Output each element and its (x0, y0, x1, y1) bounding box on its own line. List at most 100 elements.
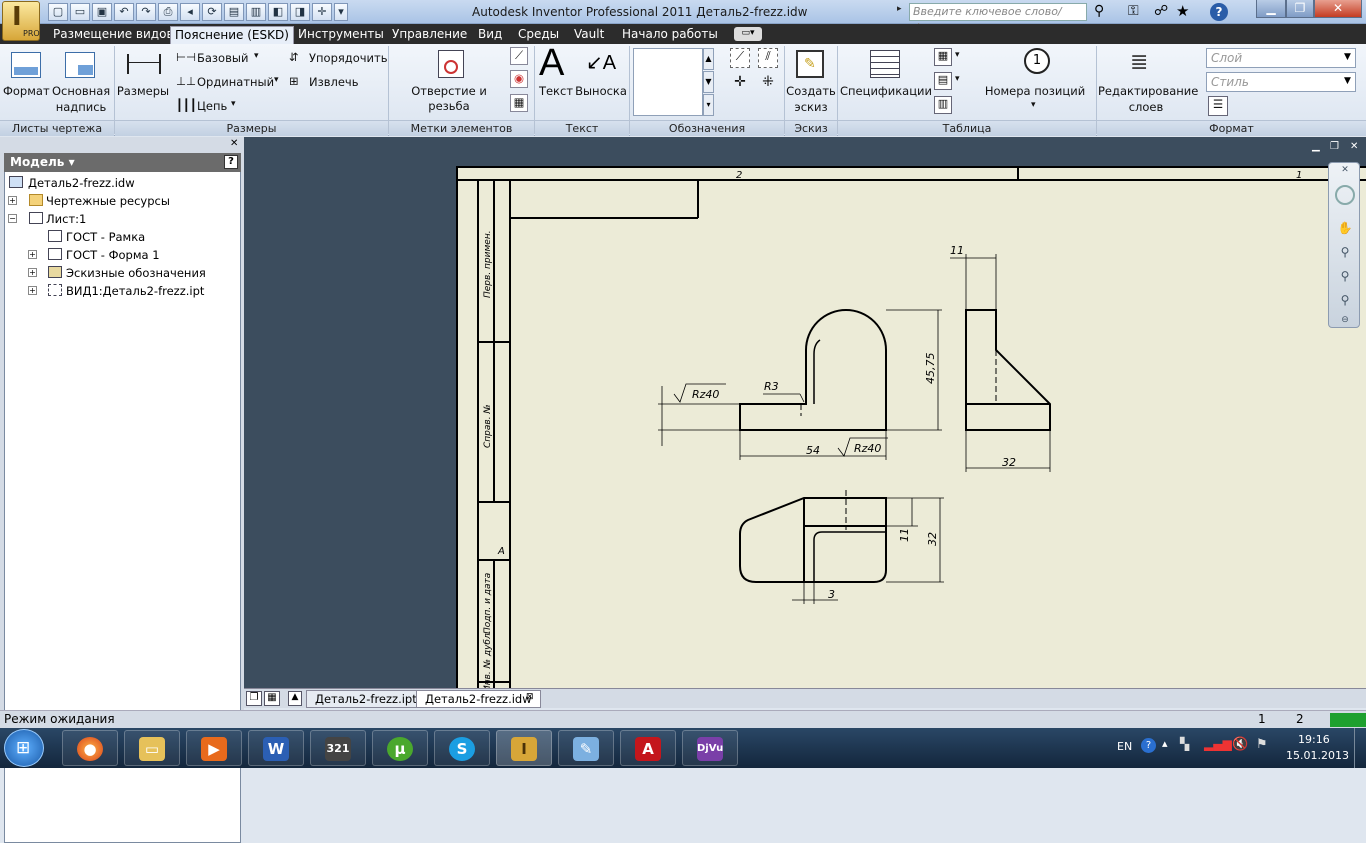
browser-close-icon[interactable]: ✕ (230, 138, 238, 149)
help-icon[interactable]: ? (1210, 3, 1228, 21)
steering-wheel-icon[interactable] (1335, 185, 1355, 205)
language-indicator[interactable]: EN (1117, 740, 1132, 753)
leader-text-icon[interactable]: ↙A (586, 50, 616, 75)
maximize-button[interactable]: ❐ (1286, 0, 1314, 18)
doc-tab-ipt[interactable]: Деталь2-frezz.ipt (306, 690, 426, 708)
gallery-scroll-down-icon[interactable]: ▼ (703, 71, 714, 93)
clock-time[interactable]: 19:16 (1298, 733, 1330, 746)
taskbar-media[interactable]: ▶ (186, 730, 242, 766)
arrange-button[interactable]: Упорядочить (309, 51, 388, 65)
expand-icon[interactable]: + (28, 268, 37, 277)
canvas-minimize-icon[interactable]: ▁ (1312, 141, 1320, 152)
tab-manage[interactable]: Управление (388, 26, 471, 44)
expand-icon[interactable]: + (28, 286, 37, 295)
table-dropdown-icon[interactable]: ▾ (955, 50, 960, 60)
close-button[interactable]: ✕ (1314, 0, 1362, 18)
edit-layers-button-line2[interactable]: слоев (1098, 100, 1194, 115)
tray-expand-icon[interactable]: ▴ (1162, 737, 1168, 750)
show-desktop-button[interactable] (1354, 728, 1366, 768)
text-icon[interactable]: A (539, 42, 564, 85)
material-icon[interactable]: ◧ (268, 3, 288, 21)
create-sketch-button-line1[interactable]: Создать (786, 84, 836, 99)
save-icon[interactable]: ▣ (92, 3, 112, 21)
arrange-windows-icon[interactable]: ▦ (264, 691, 280, 706)
chain-dim-button[interactable]: Цепь (197, 99, 227, 113)
tree-item-border[interactable]: ГОСТ - Рамка (66, 230, 145, 244)
return-icon[interactable]: ◂ (180, 3, 200, 21)
style-editor-icon[interactable]: ☰ (1208, 96, 1228, 116)
center-mark-icon[interactable]: ✛ (730, 74, 750, 94)
taskbar-skype[interactable]: S (434, 730, 490, 766)
tree-item-sheet[interactable]: Лист:1 (46, 212, 86, 226)
format-sheet-icon[interactable] (11, 52, 41, 78)
general-table-icon[interactable]: ▥ (934, 96, 952, 114)
appearance-icon[interactable]: ◨ (290, 3, 310, 21)
tree-item-drafting-resources[interactable]: Чертежные ресурсы (46, 194, 170, 208)
undo-icon[interactable]: ↶ (114, 3, 134, 21)
tab-place-views[interactable]: Размещение видов (49, 26, 178, 44)
format-sheet-button[interactable]: Формат (3, 84, 50, 99)
tray-help-icon[interactable]: ? (1141, 738, 1156, 753)
hole-thread-icon[interactable] (438, 50, 464, 78)
update-icon[interactable]: ⟳ (202, 3, 222, 21)
punch-note-icon[interactable]: ◉ (510, 70, 528, 88)
tile-windows-icon[interactable]: ❐ (246, 691, 262, 706)
nav-options-icon[interactable]: ⊖ (1337, 315, 1353, 331)
start-button[interactable]: ⊞ (4, 729, 44, 767)
create-sketch-icon[interactable]: ✎ (796, 50, 824, 78)
tray-signal-icon[interactable]: ▂▄▆ (1204, 737, 1232, 751)
balloon-button[interactable]: Номера позиций (980, 84, 1090, 99)
base-dim-button[interactable]: Базовый (197, 51, 248, 65)
gallery-scroll-up-icon[interactable]: ▲ (703, 48, 714, 70)
parts-list-button[interactable]: Спецификации (840, 84, 932, 99)
browser-help-icon[interactable]: ? (224, 155, 238, 169)
search-arrow-icon[interactable]: ▸ (897, 4, 907, 20)
revision-table-icon[interactable]: ▤ (934, 72, 952, 90)
print-icon[interactable]: ⎙ (158, 3, 178, 21)
tree-item-title-block[interactable]: ГОСТ - Форма 1 (66, 248, 160, 262)
expand-icon[interactable]: + (8, 196, 17, 205)
revision-dropdown-icon[interactable]: ▾ (955, 74, 960, 84)
title-block-button-line1[interactable]: Основная (52, 84, 110, 99)
chamfer-note-icon[interactable]: ⟋ (510, 47, 528, 65)
tree-item-view1[interactable]: ВИД1:Деталь2-frezz.ipt (66, 284, 204, 298)
centerline-icon[interactable]: ⫽ (758, 48, 778, 68)
taskbar-inventor[interactable]: I (496, 730, 552, 766)
taskbar-paint[interactable]: ✎ (558, 730, 614, 766)
zoom-icon[interactable]: ⚲ (1337, 245, 1353, 261)
taskbar-djvu[interactable]: DjVu (682, 730, 738, 766)
open-icon[interactable]: ▭ (70, 3, 90, 21)
tray-flag-icon[interactable]: ⚑ (1256, 737, 1268, 752)
taskbar-word[interactable]: W (248, 730, 304, 766)
create-sketch-button-line2[interactable]: эскиз (786, 100, 836, 115)
chain-dim-icon[interactable]: ┃┃┃ (176, 98, 197, 112)
ordinate-dim-icon[interactable]: ⊥⊥ (176, 74, 196, 88)
tree-item-drawing[interactable]: Деталь2-frezz.idw (28, 176, 135, 190)
canvas-close-icon[interactable]: ✕ (1350, 141, 1358, 152)
tab-view[interactable]: Вид (474, 26, 506, 44)
taskbar-acrobat[interactable]: A (620, 730, 676, 766)
dimension-icon[interactable] (127, 54, 161, 74)
tree-item-sketch-symbols[interactable]: Эскизные обозначения (66, 266, 206, 280)
clock-date[interactable]: 15.01.2013 (1286, 749, 1349, 762)
centerline-bisector-icon[interactable]: ⟋ (730, 48, 750, 68)
taskbar-calendar[interactable]: 321 (310, 730, 366, 766)
measure-icon[interactable]: ✛ (312, 3, 332, 21)
layer-dropdown-icon[interactable]: ▼ (1344, 52, 1351, 62)
tray-volume-icon[interactable]: 🔇 (1232, 737, 1248, 752)
browser-header[interactable]: Модель ▾ (4, 153, 241, 172)
taskbar-explorer[interactable]: ▭ (124, 730, 180, 766)
canvas-restore-icon[interactable]: ❐ (1330, 141, 1339, 152)
minimize-button[interactable]: ▁ (1256, 0, 1286, 18)
layer-select[interactable]: Слой (1206, 48, 1356, 68)
tray-network-icon[interactable]: ▚ (1180, 737, 1189, 751)
text-button[interactable]: Текст (537, 84, 575, 99)
pan-icon[interactable]: ✋ (1337, 221, 1353, 237)
app-logo[interactable]: I PRO (2, 1, 40, 41)
zoom-window-icon[interactable]: ⚲ (1337, 293, 1353, 309)
dimension-button[interactable]: Размеры (116, 84, 170, 99)
retrieve-button[interactable]: Извлечь (309, 75, 359, 89)
ordinate-dim-button[interactable]: Ординатный (197, 75, 274, 89)
arrange-icon[interactable]: ⇵ (289, 50, 299, 64)
tab-annotate-eskd[interactable]: Пояснение (ESKD) (170, 26, 294, 44)
